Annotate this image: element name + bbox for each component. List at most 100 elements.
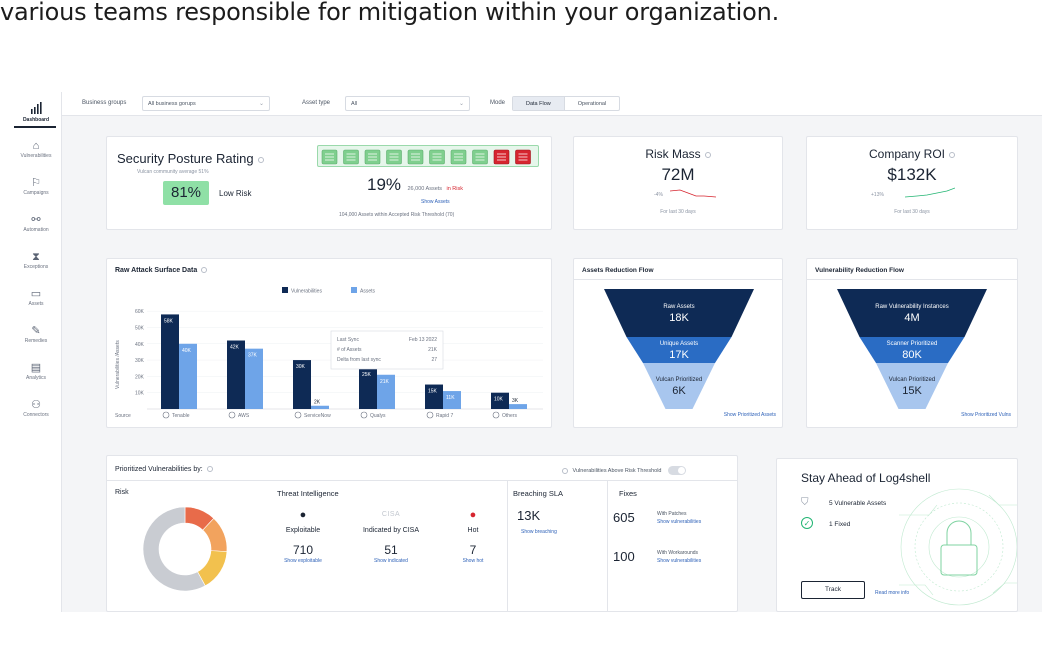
sidebar-item-remedies[interactable]: ✎ Remedies xyxy=(10,325,62,344)
y-axis-label: Vulnerabilities /Assets xyxy=(115,340,121,389)
risk-mass-sparkline xyxy=(670,189,716,198)
sidebar-item-connectors[interactable]: ⚇ Connectors xyxy=(10,399,62,418)
show-hot-link[interactable]: Show hot xyxy=(443,558,503,564)
sidebar-item-label: Connectors xyxy=(23,412,49,418)
asset-type-select[interactable]: All ⌄ xyxy=(345,96,470,111)
vuln-funnel: Raw Vulnerability Instances 4M Scanner Pri… xyxy=(837,289,987,409)
source-logo-icon xyxy=(360,411,368,419)
bar-vulnerabilities xyxy=(227,340,245,409)
funnel-stage-label: Raw Assets xyxy=(663,304,694,310)
business-groups-value: All business gorups xyxy=(148,101,196,107)
posture-risk-label: Low Risk xyxy=(219,189,252,198)
company-roi-card: Company ROI $132K +13% For last 30 days xyxy=(806,136,1018,230)
x-tick-label: Qualys xyxy=(370,413,386,419)
show-prioritized-vulns-link[interactable]: Show Prioritized Vulns xyxy=(961,412,1011,418)
bug-icon: ⌂ xyxy=(32,140,40,152)
prioritized-title: Prioritized Vulnerabilities by: xyxy=(115,466,213,473)
show-exploitable-link[interactable]: Show exploitable xyxy=(273,558,333,564)
bar-assets xyxy=(311,405,329,409)
risk-donut xyxy=(142,506,228,592)
mode-operational[interactable]: Operational xyxy=(565,97,619,110)
sidebar-item-analytics[interactable]: ▤ Analytics xyxy=(10,362,62,381)
sidebar-item-label: Exceptions xyxy=(23,264,49,270)
source-logo-icon xyxy=(162,411,170,419)
threat-hot: ● Hot 7 Show hot xyxy=(443,508,503,564)
sidebar-item-dashboard[interactable]: Dashboard xyxy=(10,102,62,123)
page-caption: various teams responsible for mitigation… xyxy=(0,0,780,26)
dashboard-screenshot: Dashboard ⌂ Vulnerabilities ⚐ Campaigns … xyxy=(10,92,1042,612)
threat-label: Exploitable xyxy=(285,527,321,534)
show-prioritized-assets-link[interactable]: Show Prioritized Assets xyxy=(724,412,776,418)
info-icon[interactable] xyxy=(704,151,711,158)
bar-vulnerabilities xyxy=(161,314,179,409)
divider xyxy=(507,480,508,612)
mode-toggle: Data Flow Operational xyxy=(512,96,621,111)
risk-mass-title-text: Risk Mass xyxy=(645,147,701,161)
info-icon[interactable] xyxy=(206,466,213,473)
business-groups-label: Business groups xyxy=(82,100,127,106)
threat-value: 7 xyxy=(469,543,477,557)
sidebar-item-automation[interactable]: ⚯ Automation xyxy=(10,214,62,233)
business-groups-select[interactable]: All business gorups ⌄ xyxy=(142,96,270,111)
filter-bar: Business groups All business gorups ⌄ As… xyxy=(62,92,1042,116)
log4shell-card: Stay Ahead of Log4shell ⛉ 5 Vulnerable A… xyxy=(776,458,1018,612)
sidebar-item-label: Dashboard xyxy=(22,117,50,123)
show-indicated-link[interactable]: Show indicated xyxy=(349,558,433,564)
threat-label: Indicated by CISA xyxy=(362,527,420,534)
threshold-toggle[interactable] xyxy=(668,466,687,475)
info-icon[interactable] xyxy=(949,151,956,158)
fix-label: With Patches xyxy=(657,511,687,517)
assets-count: 26,000 Assets xyxy=(407,186,443,192)
threat-label: Hot xyxy=(467,527,479,534)
funnel-stage-value: 6K xyxy=(672,385,686,397)
show-breaching-link[interactable]: Show breaching xyxy=(521,529,557,535)
read-more-link[interactable]: Read more info xyxy=(875,590,909,596)
plug-icon: ⚇ xyxy=(31,399,41,411)
log4shell-title: Stay Ahead of Log4shell xyxy=(801,471,931,485)
show-vulnerabilities-link[interactable]: Show vulnerabilities xyxy=(657,558,701,564)
security-posture-card: Security Posture Rating Vulcan community… xyxy=(106,136,552,230)
vuln-flow-card: Vulnerability Reduction Flow Raw Vulnera… xyxy=(806,258,1018,428)
show-assets-link[interactable]: Show Assets xyxy=(421,199,450,205)
document-icon: ▤ xyxy=(30,362,42,374)
threat-exploitable: ● Exploitable 710 Show exploitable xyxy=(273,508,333,564)
assets-funnel: Raw Assets 18K Unique Assets 17K Vulcan Prio… xyxy=(604,289,754,409)
y-tick-label: 50K xyxy=(135,325,145,331)
company-roi-sparkline xyxy=(905,187,955,198)
sidebar-item-assets[interactable]: ▭ Assets xyxy=(10,288,62,307)
fix-value: 605 xyxy=(613,510,635,525)
bar-value-label: 25K xyxy=(362,372,372,378)
x-tick-label: Others xyxy=(502,413,518,419)
assets-pct: 19% xyxy=(367,175,402,194)
track-button[interactable]: Track xyxy=(801,581,865,599)
sidebar-item-label: Remedies xyxy=(24,338,48,344)
sidebar-item-label: Analytics xyxy=(25,375,46,381)
page-root: various teams responsible for mitigation… xyxy=(0,0,1042,666)
sidebar-item-campaigns[interactable]: ⚐ Campaigns xyxy=(10,177,62,196)
mode-data-flow[interactable]: Data Flow xyxy=(513,97,565,110)
risk-mass-change: -4% xyxy=(654,192,663,198)
sidebar-item-vulnerabilities[interactable]: ⌂ Vulnerabilities xyxy=(10,140,62,159)
divider xyxy=(607,480,608,612)
funnel-stage-value: 4M xyxy=(904,312,919,324)
threshold-text: 104,000 Assets within Accepted Risk Thre… xyxy=(339,212,455,218)
funnel-stage-label: Raw Vulnerability Instances xyxy=(875,304,948,310)
company-roi-change: +13% xyxy=(871,192,884,198)
funnel-stage-label: Unique Assets xyxy=(660,341,698,347)
posture-subtitle: Vulcan community average 51% xyxy=(137,169,209,175)
raw-attack-chart: Vulnerabilities Assets Vulnerabilities /As… xyxy=(115,287,543,419)
sidebar-item-exceptions[interactable]: ⧗ Exceptions xyxy=(10,251,62,270)
show-vulnerabilities-link[interactable]: Show vulnerabilities xyxy=(657,519,701,525)
bar-value-label: 15K xyxy=(428,389,438,395)
threshold-toggle-row: Vulnerabilities Above Risk Threshold xyxy=(562,466,687,475)
sla-value: 13K xyxy=(517,508,541,523)
company-roi-title-text: Company ROI xyxy=(868,147,946,161)
y-tick-label: 30K xyxy=(135,358,145,364)
x-tick-label: AWS xyxy=(238,413,250,419)
y-tick-label: 40K xyxy=(135,342,145,348)
threat-intel-grid: ● Exploitable 710 Show exploitable CISA … xyxy=(273,508,503,608)
mode-label: Mode xyxy=(490,100,506,106)
info-icon[interactable] xyxy=(257,156,264,163)
bar-value-label: 42K xyxy=(230,345,240,351)
info-icon[interactable] xyxy=(562,467,568,474)
